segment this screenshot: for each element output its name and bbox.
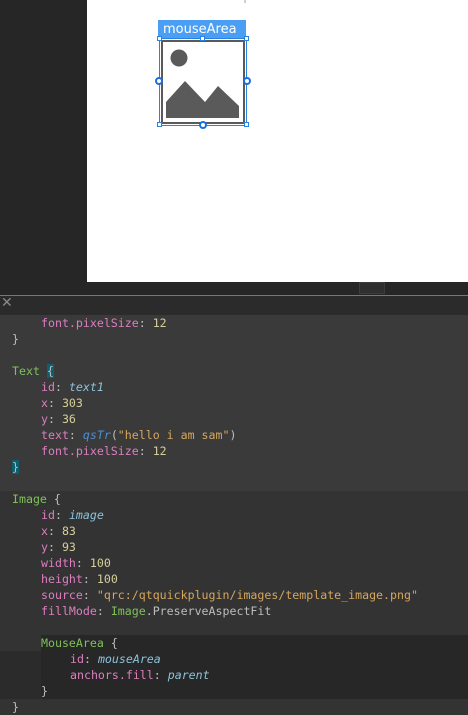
code-line[interactable]: y: 36	[0, 411, 468, 427]
code-value: 36	[61, 412, 76, 426]
code-line[interactable]: id: image	[0, 507, 468, 523]
horizontal-scrollbar[interactable]	[0, 282, 468, 295]
code-id-value: mouseArea	[97, 652, 161, 666]
code-line[interactable]: font.pixelSize: 12	[0, 315, 468, 331]
code-brace: }	[41, 684, 48, 698]
code-property: font.pixelSize	[41, 444, 139, 458]
code-string: "qrc:/qtquickplugin/images/template_imag…	[96, 588, 418, 602]
code-brace: }	[12, 332, 19, 346]
code-editor[interactable]: font.pixelSize: 12 } Text { id: text1 x:…	[0, 315, 468, 715]
canvas-top-marker	[244, 0, 246, 3]
code-brace: }	[12, 700, 19, 714]
image-placeholder-icon[interactable]	[161, 40, 245, 124]
code-value: 12	[152, 316, 167, 330]
code-line[interactable]: anchors.fill: parent	[0, 667, 468, 683]
code-line[interactable]: text: qsTr("hello i am sam")	[0, 427, 468, 443]
code-line[interactable]	[0, 347, 468, 363]
code-line[interactable]: font.pixelSize: 12	[0, 443, 468, 459]
code-property: id	[41, 380, 55, 394]
code-line[interactable]: y: 93	[0, 539, 468, 555]
code-value: 303	[61, 396, 83, 410]
code-property: id	[70, 652, 84, 666]
code-property: x	[41, 396, 48, 410]
code-line[interactable]: height: 100	[0, 571, 468, 587]
code-brace-highlighted: }	[12, 460, 19, 474]
code-brace: {	[110, 636, 118, 650]
code-line[interactable]: Image {	[0, 491, 468, 507]
resize-handle-top-left[interactable]	[157, 36, 162, 41]
code-line[interactable]: id: text1	[0, 379, 468, 395]
code-property: y	[41, 412, 48, 426]
code-property: anchors.fill	[70, 668, 154, 682]
code-value: 83	[61, 524, 76, 538]
code-type: Image	[110, 604, 146, 618]
code-line[interactable]: source: "qrc:/qtquickplugin/images/templ…	[0, 587, 468, 603]
resize-handle-top-right[interactable]	[244, 36, 249, 41]
editor-header: ✕	[0, 295, 468, 315]
code-string: "hello i am sam"	[117, 428, 230, 442]
code-value: 100	[89, 556, 111, 570]
code-value: 100	[96, 572, 118, 586]
code-line[interactable]: id: mouseArea	[0, 651, 468, 667]
code-property: y	[41, 540, 48, 554]
code-property: text	[41, 428, 69, 442]
code-line[interactable]: x: 83	[0, 523, 468, 539]
design-canvas[interactable]	[87, 0, 468, 282]
resize-handle-top[interactable]	[200, 36, 205, 41]
resize-handle-bottom-left[interactable]	[157, 122, 162, 127]
code-type: MouseArea	[41, 636, 104, 650]
code-property: source	[41, 588, 83, 602]
code-property: height	[41, 572, 83, 586]
code-brace-highlighted: {	[46, 364, 54, 378]
code-id-value: text1	[68, 380, 104, 394]
code-id-value: image	[68, 508, 104, 522]
code-property: x	[41, 524, 48, 538]
code-line[interactable]	[0, 619, 468, 635]
code-line[interactable]: fillMode: Image.PreserveAspectFit	[0, 603, 468, 619]
code-paren: (	[110, 428, 118, 442]
code-value: 93	[61, 540, 76, 554]
code-type: Text	[12, 364, 40, 378]
code-property: font.pixelSize	[41, 316, 139, 330]
code-line[interactable]: }	[0, 331, 468, 347]
code-line[interactable]: MouseArea {	[0, 635, 468, 651]
code-property: id	[41, 508, 55, 522]
code-value: 12	[152, 444, 167, 458]
design-canvas-area[interactable]: mouseArea	[0, 0, 468, 282]
resize-handle-bottom-right[interactable]	[244, 122, 249, 127]
code-line[interactable]	[0, 475, 468, 491]
scrollbar-handle[interactable]	[359, 282, 385, 294]
anchor-handle-left[interactable]	[155, 77, 163, 85]
code-paren: )	[229, 428, 237, 442]
code-line[interactable]: x: 303	[0, 395, 468, 411]
code-enum-value: .PreserveAspectFit	[145, 604, 272, 618]
code-line[interactable]: width: 100	[0, 555, 468, 571]
code-property: fillMode	[41, 604, 97, 618]
code-id-value: parent	[167, 668, 210, 682]
anchor-handle-right[interactable]	[243, 77, 251, 85]
anchor-handle-bottom[interactable]	[199, 121, 207, 129]
code-line[interactable]: }	[0, 459, 468, 475]
code-line[interactable]: Text {	[0, 363, 468, 379]
code-function: qsTr	[82, 428, 111, 442]
code-property: width	[41, 556, 76, 570]
code-brace: {	[53, 492, 61, 506]
close-icon[interactable]: ✕	[1, 296, 13, 310]
code-type: Image	[12, 492, 47, 506]
code-line[interactable]: }	[0, 683, 468, 699]
code-line[interactable]: }	[0, 699, 468, 715]
